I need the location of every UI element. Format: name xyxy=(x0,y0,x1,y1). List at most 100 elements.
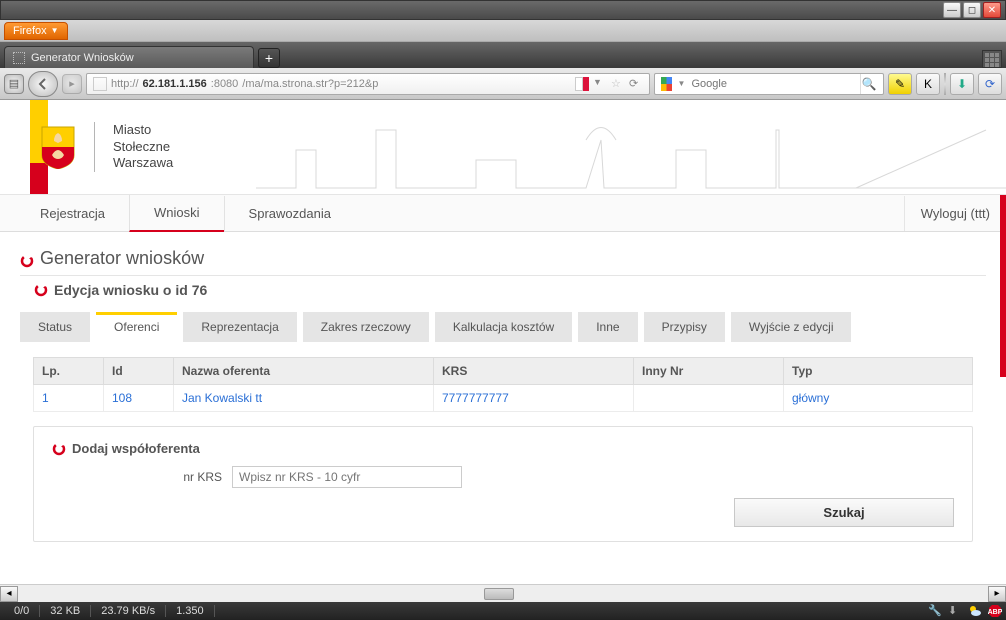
cell-lp[interactable]: 1 xyxy=(34,385,104,412)
scroll-track[interactable] xyxy=(18,586,988,602)
scroll-thumb[interactable] xyxy=(484,588,514,600)
city-line2: Stołeczne xyxy=(113,139,173,156)
close-button[interactable]: ✕ xyxy=(983,2,1001,18)
site-favicon xyxy=(93,77,107,91)
cell-krs[interactable]: 7777777777 xyxy=(434,385,634,412)
url-host: 62.181.1.156 xyxy=(143,78,207,90)
tab-wyjscie[interactable]: Wyjście z edycji xyxy=(731,312,852,342)
skyline-decoration xyxy=(256,110,1006,190)
th-id: Id xyxy=(104,358,174,385)
horizontal-scrollbar[interactable]: ◂ ▸ xyxy=(0,584,1006,602)
firefox-menubar: Firefox ▼ xyxy=(0,20,1006,42)
tab-przypisy[interactable]: Przypisy xyxy=(644,312,725,342)
tab-title: Generator Wniosków xyxy=(31,52,134,64)
window-titlebar: — ◻ ✕ xyxy=(0,0,1006,20)
reload-icon[interactable]: ⟳ xyxy=(629,77,643,91)
minimize-button[interactable]: — xyxy=(943,2,961,18)
status-speed: 23.79 KB/s xyxy=(91,605,166,617)
bookmark-star-icon[interactable]: ☆ xyxy=(611,77,625,91)
page-subtitle: Edycja wniosku o id 76 xyxy=(20,278,986,308)
url-scheme: http:// xyxy=(111,78,139,90)
toolbar-separator xyxy=(944,73,946,95)
cell-typ[interactable]: główny xyxy=(784,385,973,412)
site-logo: Miasto Stołeczne Warszawa xyxy=(40,122,173,173)
chevron-down-icon[interactable]: ▼ xyxy=(678,79,686,88)
site-header: Miasto Stołeczne Warszawa xyxy=(0,100,1006,195)
red-border-accent xyxy=(1000,195,1006,377)
cell-nazwa[interactable]: Jan Kowalski tt xyxy=(174,385,434,412)
status-count: 0/0 xyxy=(4,605,40,617)
add-cooferent-panel: Dodaj współoferenta nr KRS Szukaj xyxy=(33,426,973,542)
browser-searchbox[interactable]: ▼ 🔍 xyxy=(654,73,884,95)
back-button[interactable] xyxy=(28,71,58,97)
weather-icon[interactable] xyxy=(968,604,982,618)
page-content: Generator wniosków Edycja wniosku o id 7… xyxy=(0,232,1006,565)
tab-kalkulacja[interactable]: Kalkulacja kosztów xyxy=(435,312,572,342)
browser-toolbar: ▤ ▸ http://62.181.1.156:8080/ma/ma.stron… xyxy=(0,68,1006,100)
nav-rejestracja[interactable]: Rejestracja xyxy=(16,196,129,231)
search-button[interactable]: Szukaj xyxy=(734,498,954,527)
tab-reprezentacja[interactable]: Reprezentacja xyxy=(183,312,296,342)
status-time: 1.350 xyxy=(166,605,215,617)
search-input[interactable] xyxy=(691,78,854,90)
search-icon[interactable]: 🔍 xyxy=(860,74,877,94)
status-size: 32 KB xyxy=(40,605,91,617)
main-navigation: Rejestracja Wnioski Sprawozdania Wyloguj… xyxy=(0,195,1006,232)
panel-title: Dodaj współoferenta xyxy=(72,441,200,456)
warsaw-crest-icon xyxy=(40,125,76,169)
arrow-icon xyxy=(34,283,48,297)
download-icon[interactable]: ⬇ xyxy=(948,604,962,618)
cell-id[interactable]: 108 xyxy=(104,385,174,412)
browser-tab[interactable]: Generator Wniosków xyxy=(4,46,254,68)
browser-tabbar: Generator Wniosków + xyxy=(0,42,1006,68)
adblock-icon[interactable]: ABP xyxy=(988,604,1002,618)
tab-inne[interactable]: Inne xyxy=(578,312,637,342)
nav-wnioski[interactable]: Wnioski xyxy=(129,195,224,232)
forward-button[interactable]: ▸ xyxy=(62,74,82,94)
th-typ: Typ xyxy=(784,358,973,385)
page-viewport: Miasto Stołeczne Warszawa Rejestracja Wn… xyxy=(0,100,1006,584)
new-tab-button[interactable]: + xyxy=(258,48,280,68)
arrow-icon xyxy=(20,252,34,266)
scroll-left-button[interactable]: ◂ xyxy=(0,586,18,602)
page-subtitle-text: Edycja wniosku o id 76 xyxy=(54,282,207,298)
save-page-icon[interactable]: ⬇ xyxy=(950,73,974,95)
refresh-page-icon[interactable]: ⟳ xyxy=(978,73,1002,95)
toggle-sidebar-button[interactable]: ▤ xyxy=(4,74,24,94)
th-krs: KRS xyxy=(434,358,634,385)
table-row[interactable]: 1 108 Jan Kowalski tt 7777777777 główny xyxy=(34,385,973,412)
dropdown-icon[interactable]: ▼ xyxy=(593,77,607,91)
tab-favicon xyxy=(13,52,25,64)
flag-icon xyxy=(575,77,589,91)
oferenci-table: Lp. Id Nazwa oferenta KRS Inny Nr Typ 1 … xyxy=(33,357,973,412)
tab-status[interactable]: Status xyxy=(20,312,90,342)
status-bar: 0/0 32 KB 23.79 KB/s 1.350 🔧 ⬇ ABP xyxy=(0,602,1006,620)
highlighter-icon[interactable]: ✎ xyxy=(888,73,912,95)
scroll-right-button[interactable]: ▸ xyxy=(988,586,1006,602)
th-inny: Inny Nr xyxy=(634,358,784,385)
url-bar[interactable]: http://62.181.1.156:8080/ma/ma.strona.st… xyxy=(86,73,650,95)
th-nazwa: Nazwa oferenta xyxy=(174,358,434,385)
wrench-icon[interactable]: 🔧 xyxy=(928,604,942,618)
tab-content: Lp. Id Nazwa oferenta KRS Inny Nr Typ 1 … xyxy=(20,342,986,561)
maximize-button[interactable]: ◻ xyxy=(963,2,981,18)
logout-link[interactable]: Wyloguj (ttt) xyxy=(904,196,1006,231)
tab-zakres[interactable]: Zakres rzeczowy xyxy=(303,312,429,342)
tab-overflow-button[interactable] xyxy=(982,50,1002,68)
page-title-text: Generator wniosków xyxy=(40,248,204,269)
firefox-menu-label: Firefox xyxy=(13,25,47,37)
krs-input[interactable] xyxy=(232,466,462,488)
cell-inny xyxy=(634,385,784,412)
sub-tabs: Status Oferenci Reprezentacja Zakres rze… xyxy=(20,312,986,342)
k-button[interactable]: K xyxy=(916,73,940,95)
nav-sprawozdania[interactable]: Sprawozdania xyxy=(224,196,355,231)
arrow-icon xyxy=(52,442,66,456)
url-port: :8080 xyxy=(211,78,239,90)
city-line3: Warszawa xyxy=(113,155,173,172)
tab-oferenci[interactable]: Oferenci xyxy=(96,312,177,342)
firefox-menu-button[interactable]: Firefox ▼ xyxy=(4,22,68,40)
svg-text:ABP: ABP xyxy=(988,609,1002,616)
chevron-down-icon: ▼ xyxy=(51,26,59,35)
google-icon xyxy=(661,77,672,91)
k-label: K xyxy=(924,77,932,91)
